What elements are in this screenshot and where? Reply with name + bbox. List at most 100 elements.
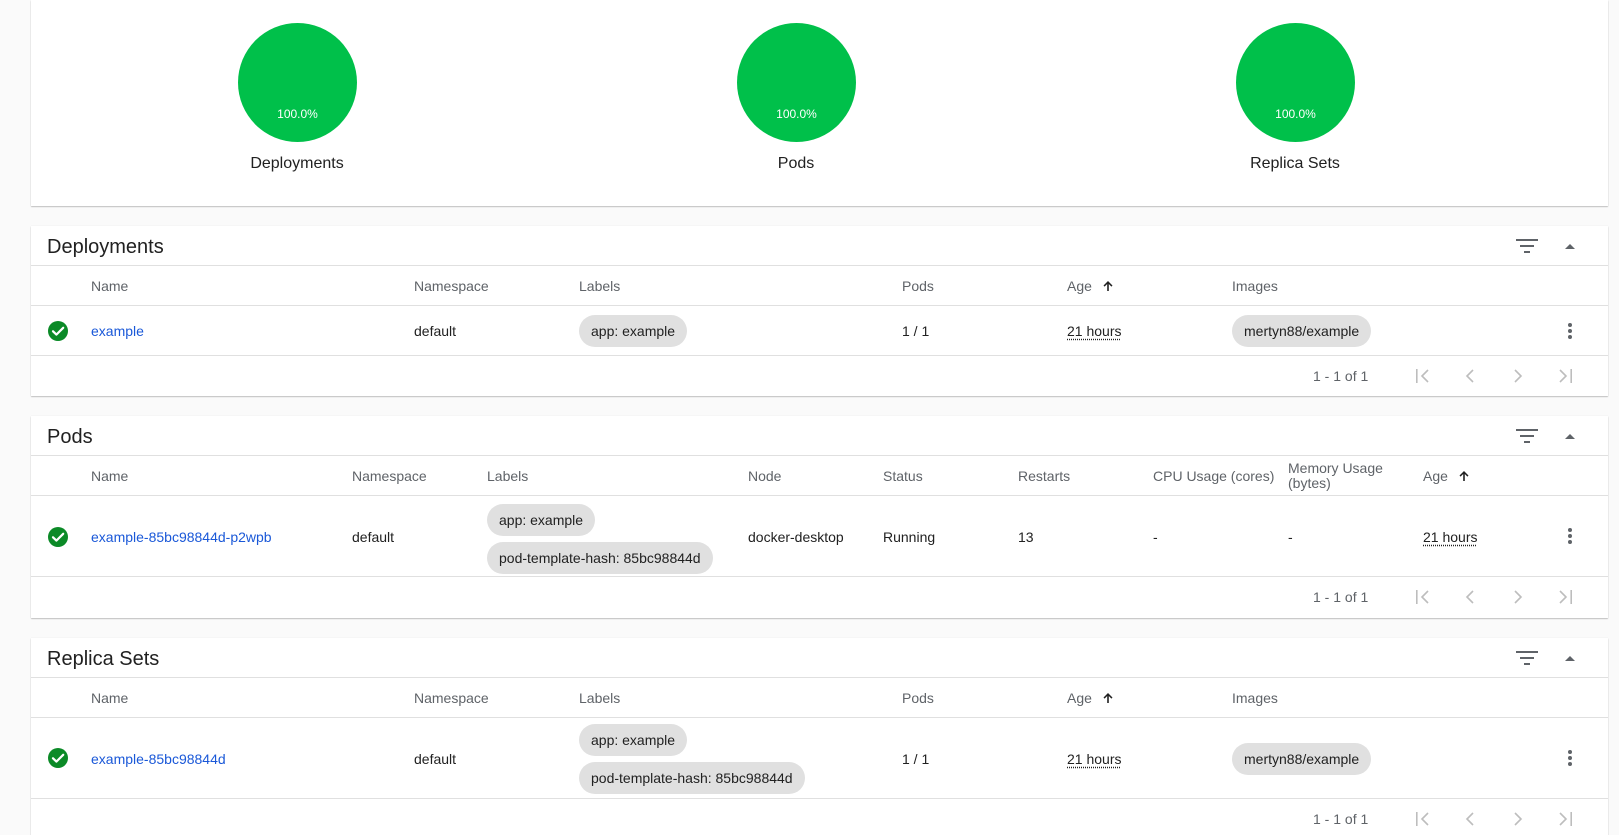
replica-sets-card: Replica Sets Name Namespace Labels Pods …	[31, 638, 1608, 835]
first-page-icon[interactable]	[1411, 364, 1435, 388]
image-chip: mertyn88/example	[1232, 315, 1372, 347]
labels-cell: app: example pod-template-hash: 85bc9884…	[579, 718, 805, 799]
column-age: Age	[1067, 690, 1092, 706]
node-cell: docker-desktop	[748, 528, 844, 545]
age-value: 21 hours	[1067, 750, 1122, 767]
age-value: 21 hours	[1067, 323, 1122, 339]
first-page-icon[interactable]	[1411, 585, 1435, 609]
column-images: Images	[1232, 690, 1278, 706]
status-cell: Running	[883, 528, 936, 545]
filter-icon[interactable]	[1515, 234, 1539, 258]
paginator: 1 - 1 of 1	[31, 799, 1608, 835]
filter-icon[interactable]	[1515, 424, 1539, 448]
cpu-usage-cell: -	[1153, 528, 1158, 545]
deployment-name-link[interactable]: example	[91, 306, 144, 356]
last-page-icon[interactable]	[1553, 364, 1577, 388]
collapse-arrow-icon[interactable]	[1558, 424, 1582, 448]
collapse-arrow-icon[interactable]	[1558, 646, 1582, 670]
column-labels: Labels	[579, 690, 621, 706]
column-age: Age	[1067, 278, 1092, 294]
column-cpu-usage: CPU Usage (cores)	[1153, 468, 1275, 484]
table-header: Name Namespace Labels Pods Age Images	[31, 266, 1608, 306]
check-circle-icon	[48, 748, 68, 768]
column-age-sort[interactable]: Age	[1067, 266, 1114, 306]
replica-set-name-link[interactable]: example-85bc98844d	[91, 718, 226, 799]
column-age-sort[interactable]: Age	[1423, 456, 1470, 496]
column-images: Images	[1232, 278, 1278, 294]
card-header: Pods	[31, 416, 1608, 456]
sort-ascending-icon	[1102, 280, 1114, 292]
deployments-status-chart: 100.0%	[238, 23, 357, 142]
label-chip: app: example	[579, 723, 688, 756]
column-age-sort[interactable]: Age	[1067, 678, 1114, 718]
namespace-cell: default	[352, 528, 395, 545]
image-chip: mertyn88/example	[1232, 742, 1372, 775]
chart-percent: 100.0%	[277, 107, 318, 121]
column-labels: Labels	[487, 468, 529, 484]
images-cell: mertyn88/example	[1232, 718, 1372, 799]
column-name[interactable]: Name	[91, 266, 128, 306]
column-node[interactable]: Node	[748, 456, 781, 496]
card-title: Pods	[47, 426, 93, 448]
label-chip: pod-template-hash: 85bc98844d	[579, 761, 805, 794]
column-name[interactable]: Name	[91, 456, 128, 496]
column-pods: Pods	[902, 690, 934, 706]
deployments-card: Deployments Name Namespace Labels Pods A…	[31, 226, 1608, 396]
column-age: Age	[1423, 468, 1448, 484]
sort-ascending-icon	[1102, 692, 1114, 704]
column-name[interactable]: Name	[91, 678, 128, 718]
pagination-range: 1 - 1 of 1	[1313, 368, 1369, 384]
first-page-icon[interactable]	[1411, 807, 1435, 831]
last-page-icon[interactable]	[1553, 807, 1577, 831]
table-row: example-85bc98844d default app: example …	[31, 718, 1608, 799]
age-cell: 21 hours	[1067, 718, 1121, 799]
pods-cell: 1 / 1	[902, 750, 930, 767]
column-status[interactable]: Status	[883, 456, 923, 496]
restarts-cell: 13	[1018, 528, 1034, 545]
next-page-icon[interactable]	[1506, 807, 1530, 831]
card-title: Deployments	[47, 236, 164, 258]
namespace-cell: default	[414, 750, 457, 767]
check-circle-icon	[48, 321, 68, 341]
workload-status-card: 100.0% Deployments 100.0% Pods 100.0% Re…	[31, 0, 1608, 206]
pod-name-link[interactable]: example-85bc98844d-p2wpb	[91, 496, 272, 577]
filter-icon[interactable]	[1515, 646, 1539, 670]
column-namespace[interactable]: Namespace	[414, 678, 489, 718]
chart-percent: 100.0%	[1275, 107, 1316, 121]
namespace-cell: default	[414, 323, 457, 339]
pods-status-chart: 100.0%	[737, 23, 856, 142]
next-page-icon[interactable]	[1506, 585, 1530, 609]
table-row: example default app: example 1 / 1 21 ho…	[31, 306, 1608, 356]
collapse-arrow-icon[interactable]	[1558, 234, 1582, 258]
previous-page-icon[interactable]	[1458, 364, 1482, 388]
column-labels: Labels	[579, 278, 621, 294]
more-actions-icon[interactable]	[1558, 319, 1582, 343]
images-cell: mertyn88/example	[1232, 306, 1372, 356]
last-page-icon[interactable]	[1553, 585, 1577, 609]
table-row: example-85bc98844d-p2wpb default app: ex…	[31, 496, 1608, 577]
label-chip: app: example	[579, 315, 688, 347]
column-namespace[interactable]: Namespace	[414, 266, 489, 306]
card-header: Replica Sets	[31, 638, 1608, 678]
previous-page-icon[interactable]	[1458, 585, 1482, 609]
previous-page-icon[interactable]	[1458, 807, 1482, 831]
more-actions-icon[interactable]	[1558, 524, 1582, 548]
column-pods: Pods	[902, 278, 934, 294]
age-value: 21 hours	[1423, 528, 1478, 545]
label-chip: pod-template-hash: 85bc98844d	[487, 541, 713, 574]
labels-cell: app: example pod-template-hash: 85bc9884…	[487, 498, 713, 579]
check-circle-icon	[48, 527, 68, 547]
column-namespace[interactable]: Namespace	[352, 456, 427, 496]
memory-usage-cell: -	[1288, 528, 1293, 545]
more-actions-icon[interactable]	[1558, 746, 1582, 770]
paginator: 1 - 1 of 1	[31, 577, 1608, 617]
pagination-range: 1 - 1 of 1	[1313, 589, 1369, 605]
card-header: Deployments	[31, 226, 1608, 266]
chart-percent: 100.0%	[776, 107, 817, 121]
sort-ascending-icon	[1458, 470, 1470, 482]
next-page-icon[interactable]	[1506, 364, 1530, 388]
pods-card: Pods Name Namespace Labels Node Status R…	[31, 416, 1608, 618]
chart-label: Replica Sets	[1250, 155, 1340, 172]
label-chip: app: example	[487, 503, 596, 536]
column-memory-usage: Memory Usage (bytes)	[1288, 460, 1383, 491]
